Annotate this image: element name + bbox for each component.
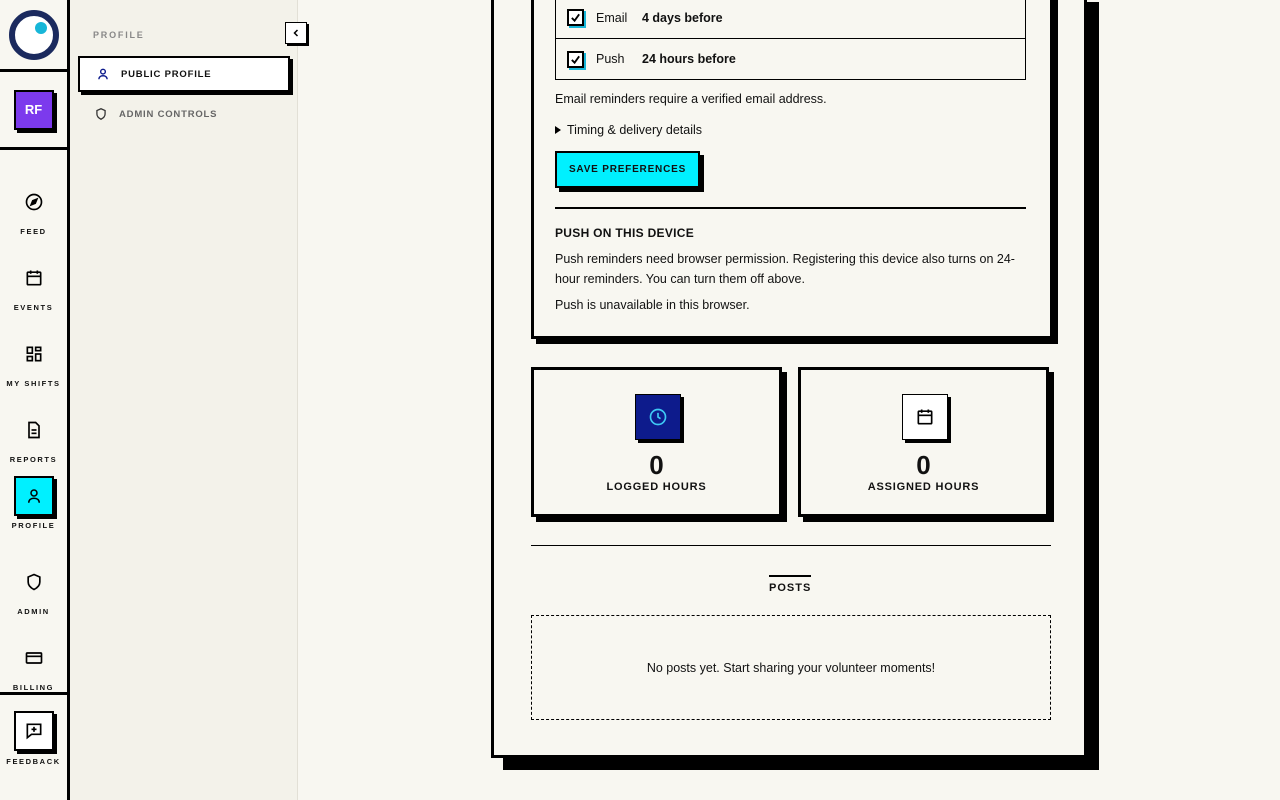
profile-subnav: PROFILE PUBLIC PROFILE ADMIN CONTROLS: [70, 0, 307, 800]
posts-empty-state: No posts yet. Start sharing your volunte…: [531, 615, 1051, 720]
chevron-left-icon: [293, 29, 299, 37]
timing-details-toggle[interactable]: Timing & delivery details: [555, 123, 702, 137]
check-icon: [571, 13, 580, 23]
user-icon: [96, 67, 110, 81]
compass-icon: [14, 182, 54, 222]
shield-icon: [14, 562, 54, 602]
rail-label: ADMIN: [17, 607, 50, 616]
push-reminder-checkbox[interactable]: [567, 50, 584, 68]
push-description: Push reminders need browser permission. …: [555, 252, 1015, 286]
document-icon: [14, 410, 54, 450]
details-label: Timing & delivery details: [567, 123, 703, 137]
clock-icon: [635, 394, 681, 440]
icon-rail: RF FEED EVENTS MY SHIFTS REPORTS PROFILE: [0, 0, 70, 800]
logo-area: [0, 0, 67, 72]
rail-label: EVENTS: [13, 303, 54, 312]
reminder-row-email: Email 4 days before: [556, 0, 1025, 38]
reminder-row-push: Push 24 hours before: [556, 38, 1025, 79]
push-status: Push is unavailable in this browser.: [555, 298, 750, 312]
subnav-item-label: ADMIN CONTROLS: [119, 108, 218, 120]
posts-divider: [531, 545, 1051, 546]
calendar-icon: [902, 394, 948, 440]
section-divider: [555, 207, 1026, 209]
rail-label: FEED: [20, 227, 47, 236]
reminder-table: Email 4 days before Push 24 hours before: [555, 0, 1026, 80]
tab-posts[interactable]: POSTS: [769, 575, 811, 594]
rail-item-profile[interactable]: PROFILE: [0, 476, 67, 530]
rail-label: PROFILE: [11, 521, 56, 530]
rail-item-my-shifts[interactable]: MY SHIFTS: [0, 334, 67, 388]
email-note: Email reminders require a verified email…: [555, 92, 827, 106]
rail-item-feed[interactable]: FEED: [0, 182, 67, 236]
subnav-item-admin-controls[interactable]: ADMIN CONTROLS: [78, 96, 290, 132]
calendar-icon: [14, 258, 54, 298]
feedback-area: FEEDBACK: [0, 692, 67, 800]
rail-item-events[interactable]: EVENTS: [0, 258, 67, 312]
collapse-sidebar-button[interactable]: [285, 22, 307, 44]
reminder-timing: 4 days before: [642, 10, 723, 25]
rail-label: MY SHIFTS: [6, 379, 61, 388]
avatar-area: RF: [0, 72, 67, 150]
stat-label: ASSIGNED HOURS: [867, 481, 980, 493]
stat-value: 0: [649, 450, 664, 480]
email-reminder-checkbox[interactable]: [567, 9, 584, 26]
subnav-item-public-profile[interactable]: PUBLIC PROFILE: [78, 56, 290, 92]
check-icon: [571, 55, 580, 64]
save-preferences-button[interactable]: SAVE PREFERENCES: [555, 151, 700, 188]
feedback-icon[interactable]: [13, 711, 54, 751]
feedback-label: FEEDBACK: [6, 757, 61, 766]
disclosure-triangle-icon: [555, 126, 561, 134]
stat-assigned-hours: 0 ASSIGNED HOURS: [798, 367, 1049, 517]
logo-dot: [34, 21, 47, 34]
subnav-item-label: PUBLIC PROFILE: [121, 68, 212, 80]
reminder-channel: Push: [596, 52, 625, 66]
shield-icon: [94, 107, 108, 121]
stat-value: 0: [916, 450, 931, 480]
user-icon: [13, 476, 54, 516]
rail-item-reports[interactable]: REPORTS: [0, 410, 67, 464]
stat-logged-hours: 0 LOGGED HOURS: [531, 367, 782, 517]
card-icon: [14, 638, 54, 678]
empty-state-text: No posts yet. Start sharing your volunte…: [646, 660, 936, 675]
reminder-preferences-panel: Email 4 days before Push 24 hours before…: [531, 0, 1053, 339]
rail-label: BILLING: [12, 683, 55, 692]
profile-card: Email 4 days before Push 24 hours before…: [491, 0, 1087, 758]
push-section-title: PUSH ON THIS DEVICE: [555, 226, 695, 240]
stat-label: LOGGED HOURS: [606, 481, 707, 493]
reminder-channel: Email: [596, 10, 628, 25]
reminder-timing: 24 hours before: [642, 52, 736, 66]
app-logo[interactable]: [8, 9, 59, 60]
rail-label: REPORTS: [9, 455, 58, 464]
avatar[interactable]: RF: [13, 89, 54, 130]
rail-item-billing[interactable]: BILLING: [0, 638, 67, 692]
subnav-title: PROFILE: [93, 30, 145, 40]
grid-icon: [14, 334, 54, 374]
rail-item-admin[interactable]: ADMIN: [0, 562, 67, 616]
